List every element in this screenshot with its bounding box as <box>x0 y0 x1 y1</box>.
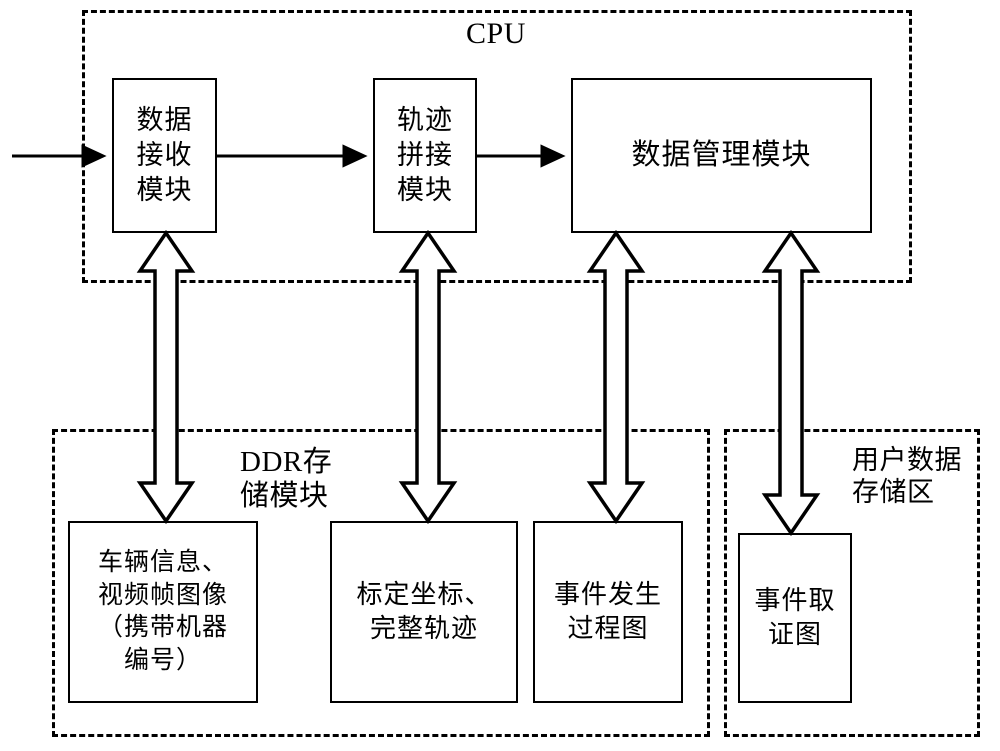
store-event-process-image[interactable]: 事件发生 过程图 <box>533 521 683 703</box>
region-user-data-storage-label: 用户数据 存储区 <box>852 445 962 507</box>
store-vehicle-info-video-frames[interactable]: 车辆信息、 视频帧图像 （携带机器 编号） <box>68 521 258 703</box>
store-event-evidence-image[interactable]: 事件取 证图 <box>738 533 852 703</box>
region-ddr-storage-label: DDR存 储模块 <box>240 446 333 513</box>
region-cpu-label: CPU <box>466 17 526 50</box>
module-track-splice[interactable]: 轨迹 拼接 模块 <box>373 78 477 233</box>
diagram-canvas: CPU DDR存 储模块 用户数据 存储区 数据 接收 模块 轨迹 拼接 模块 … <box>0 0 1000 751</box>
store-calibrated-coordinates-track[interactable]: 标定坐标、 完整轨迹 <box>330 521 518 703</box>
module-data-receive[interactable]: 数据 接收 模块 <box>112 78 217 233</box>
module-data-management[interactable]: 数据管理模块 <box>571 78 872 233</box>
